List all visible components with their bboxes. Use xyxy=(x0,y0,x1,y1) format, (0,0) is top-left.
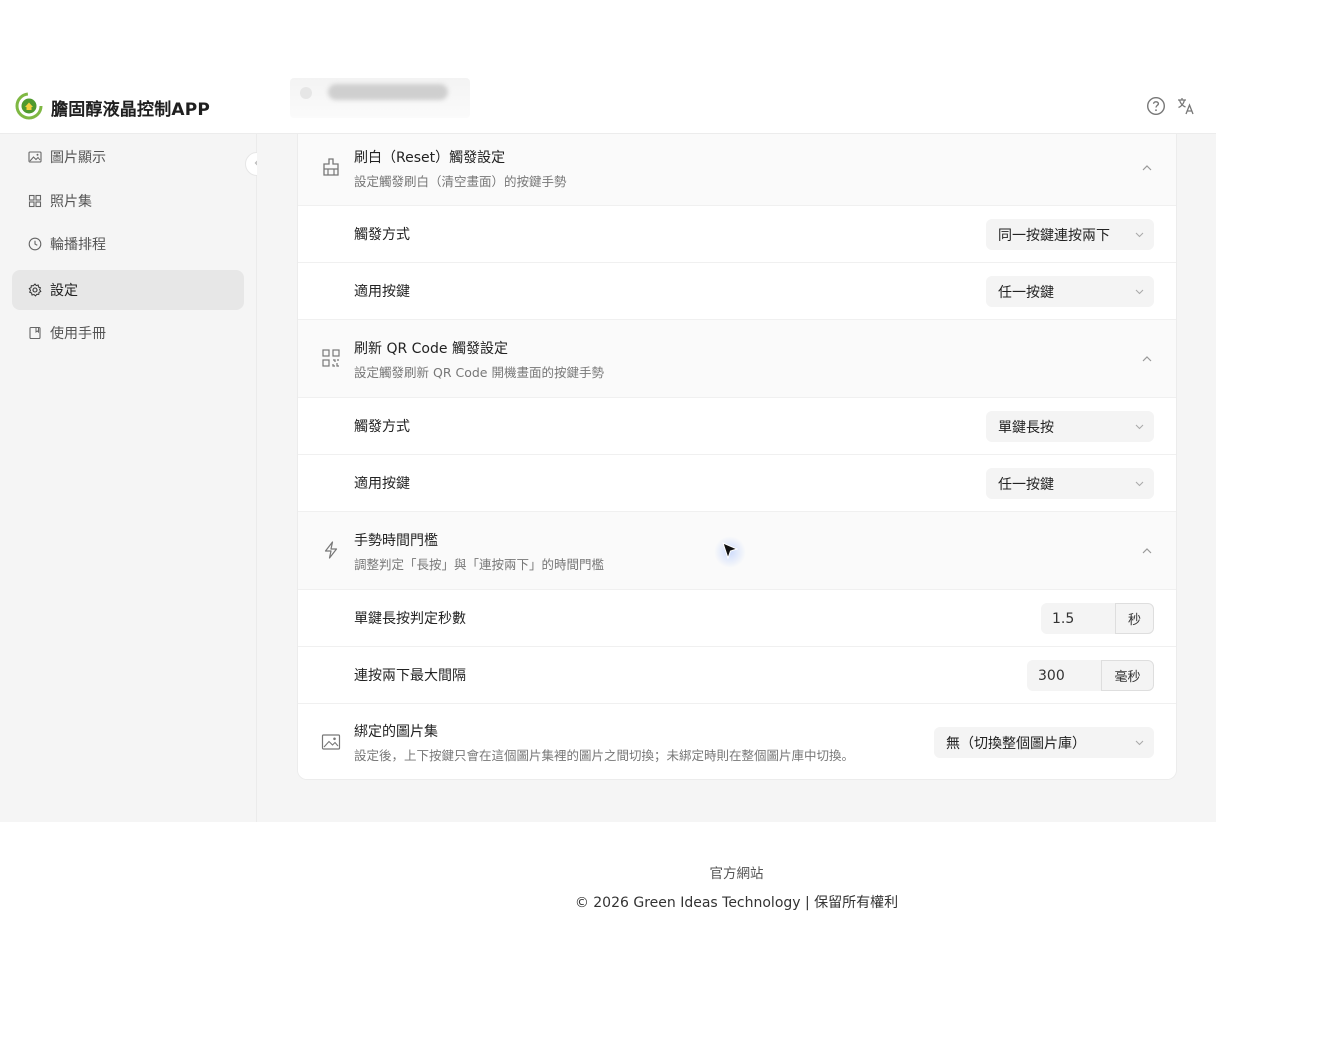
reset-keys-row: 適用按鍵 任一按鍵 xyxy=(298,263,1176,320)
translate-icon[interactable] xyxy=(1175,95,1197,117)
select-value: 任一按鍵 xyxy=(998,284,1054,301)
qr-code-icon xyxy=(320,347,342,369)
sidebar-item-image-display[interactable]: 圖片顯示 xyxy=(12,137,244,177)
app-logo-icon xyxy=(15,92,43,120)
app-window: 膽固醇液晶控制APP 圖片顯示 照片集 輪播排程 設定 使用手冊 刷白（Rese… xyxy=(0,78,1216,822)
row-label: 觸發方式 xyxy=(354,419,410,435)
sidebar: 圖片顯示 照片集 輪播排程 設定 使用手冊 xyxy=(0,134,269,822)
section-description: 設定觸發刷新 QR Code 開機畫面的按鍵手勢 xyxy=(354,365,604,380)
sidebar-item-label: 照片集 xyxy=(50,194,92,210)
section-reset-header[interactable]: 刷白（Reset）觸發設定 設定觸發刷白（清空畫面）的按鍵手勢 xyxy=(298,134,1176,206)
row-label: 適用按鍵 xyxy=(354,476,410,492)
lightning-icon xyxy=(320,539,342,561)
image-icon xyxy=(320,731,342,753)
qr-keys-row: 適用按鍵 任一按鍵 xyxy=(298,455,1176,512)
bound-album-select[interactable]: 無（切換整個圖片庫） xyxy=(934,727,1154,758)
qr-trigger-select[interactable]: 單鍵長按 xyxy=(986,411,1154,442)
section-title: 刷白（Reset）觸發設定 xyxy=(354,150,506,166)
help-circle-icon[interactable] xyxy=(1145,95,1167,117)
reset-keys-select[interactable]: 任一按鍵 xyxy=(986,276,1154,307)
section-description: 設定後，上下按鍵只會在這個圖片集裡的圖片之間切換；未綁定時則在整個圖片庫中切換。 xyxy=(354,748,855,763)
select-value: 無（切換整個圖片庫） xyxy=(946,735,1086,752)
select-value: 同一按鍵連按兩下 xyxy=(998,227,1110,244)
chevron-down-icon xyxy=(1124,737,1154,748)
sidebar-item-albums[interactable]: 照片集 xyxy=(12,181,244,221)
section-title: 綁定的圖片集 xyxy=(354,724,438,740)
double-press-row: 連按兩下最大間隔 300 毫秒 xyxy=(298,647,1176,704)
chevron-down-icon xyxy=(1124,286,1154,297)
sidebar-item-label: 輪播排程 xyxy=(50,237,106,253)
long-press-input[interactable]: 1.5 xyxy=(1041,603,1115,634)
long-press-row: 單鍵長按判定秒數 1.5 秒 xyxy=(298,590,1176,647)
qr-trigger-row: 觸發方式 單鍵長按 xyxy=(298,398,1176,455)
select-value: 任一按鍵 xyxy=(998,476,1054,493)
official-site-link[interactable]: 官方網站 xyxy=(0,862,1333,882)
eraser-icon xyxy=(320,156,342,178)
main-content: 刷白（Reset）觸發設定 設定觸發刷白（清空畫面）的按鍵手勢 觸發方式 同一按… xyxy=(257,134,1216,822)
app-title: 膽固醇液晶控制APP xyxy=(51,100,211,120)
select-value: 單鍵長按 xyxy=(998,419,1054,436)
sidebar-item-label: 使用手冊 xyxy=(50,326,106,342)
row-label: 適用按鍵 xyxy=(354,284,410,300)
row-label: 觸發方式 xyxy=(354,227,410,243)
top-header: 膽固醇液晶控制APP xyxy=(0,78,1216,134)
breadcrumb xyxy=(290,78,470,118)
section-qr-header[interactable]: 刷新 QR Code 觸發設定 設定觸發刷新 QR Code 開機畫面的按鍵手勢 xyxy=(298,320,1176,398)
sidebar-item-manual[interactable]: 使用手冊 xyxy=(12,313,244,353)
gear-icon xyxy=(28,283,42,297)
section-title: 刷新 QR Code 觸發設定 xyxy=(354,341,508,357)
image-icon xyxy=(28,150,42,164)
chevron-down-icon xyxy=(1124,229,1154,240)
chevron-up-icon[interactable] xyxy=(1140,161,1154,175)
sidebar-item-label: 設定 xyxy=(50,283,78,299)
unit-addon: 毫秒 xyxy=(1101,660,1154,691)
bound-album-row: 綁定的圖片集 設定後，上下按鍵只會在這個圖片集裡的圖片之間切換；未綁定時則在整個… xyxy=(298,704,1176,779)
row-label: 連按兩下最大間隔 xyxy=(354,668,466,684)
section-description: 設定觸發刷白（清空畫面）的按鍵手勢 xyxy=(354,174,567,189)
section-description: 調整判定「長按」與「連按兩下」的時間門檻 xyxy=(354,557,605,572)
section-title: 手勢時間門檻 xyxy=(354,533,438,549)
settings-card: 刷白（Reset）觸發設定 設定觸發刷白（清空畫面）的按鍵手勢 觸發方式 同一按… xyxy=(297,134,1177,780)
sidebar-item-settings[interactable]: 設定 xyxy=(12,270,244,310)
chevron-down-icon xyxy=(1124,478,1154,489)
reset-trigger-row: 觸發方式 同一按鍵連按兩下 xyxy=(298,206,1176,263)
book-icon xyxy=(28,326,42,340)
clock-icon xyxy=(28,237,42,251)
copyright-text: © 2026 Green Ideas Technology | 保留所有權利 xyxy=(574,895,899,911)
sidebar-item-schedule[interactable]: 輪播排程 xyxy=(12,224,244,264)
chevron-up-icon[interactable] xyxy=(1140,544,1154,558)
mouse-cursor-icon xyxy=(714,536,746,568)
reset-trigger-select[interactable]: 同一按鍵連按兩下 xyxy=(986,219,1154,250)
long-press-field: 1.5 秒 xyxy=(1041,603,1154,634)
qr-keys-select[interactable]: 任一按鍵 xyxy=(986,468,1154,499)
row-label: 單鍵長按判定秒數 xyxy=(354,611,466,627)
sidebar-item-label: 圖片顯示 xyxy=(50,150,106,166)
chevron-down-icon xyxy=(1124,421,1154,432)
double-press-field: 300 毫秒 xyxy=(1027,660,1154,691)
grid-icon xyxy=(28,194,42,208)
chevron-up-icon[interactable] xyxy=(1140,352,1154,366)
double-press-input[interactable]: 300 xyxy=(1027,660,1101,691)
unit-addon: 秒 xyxy=(1115,603,1154,634)
